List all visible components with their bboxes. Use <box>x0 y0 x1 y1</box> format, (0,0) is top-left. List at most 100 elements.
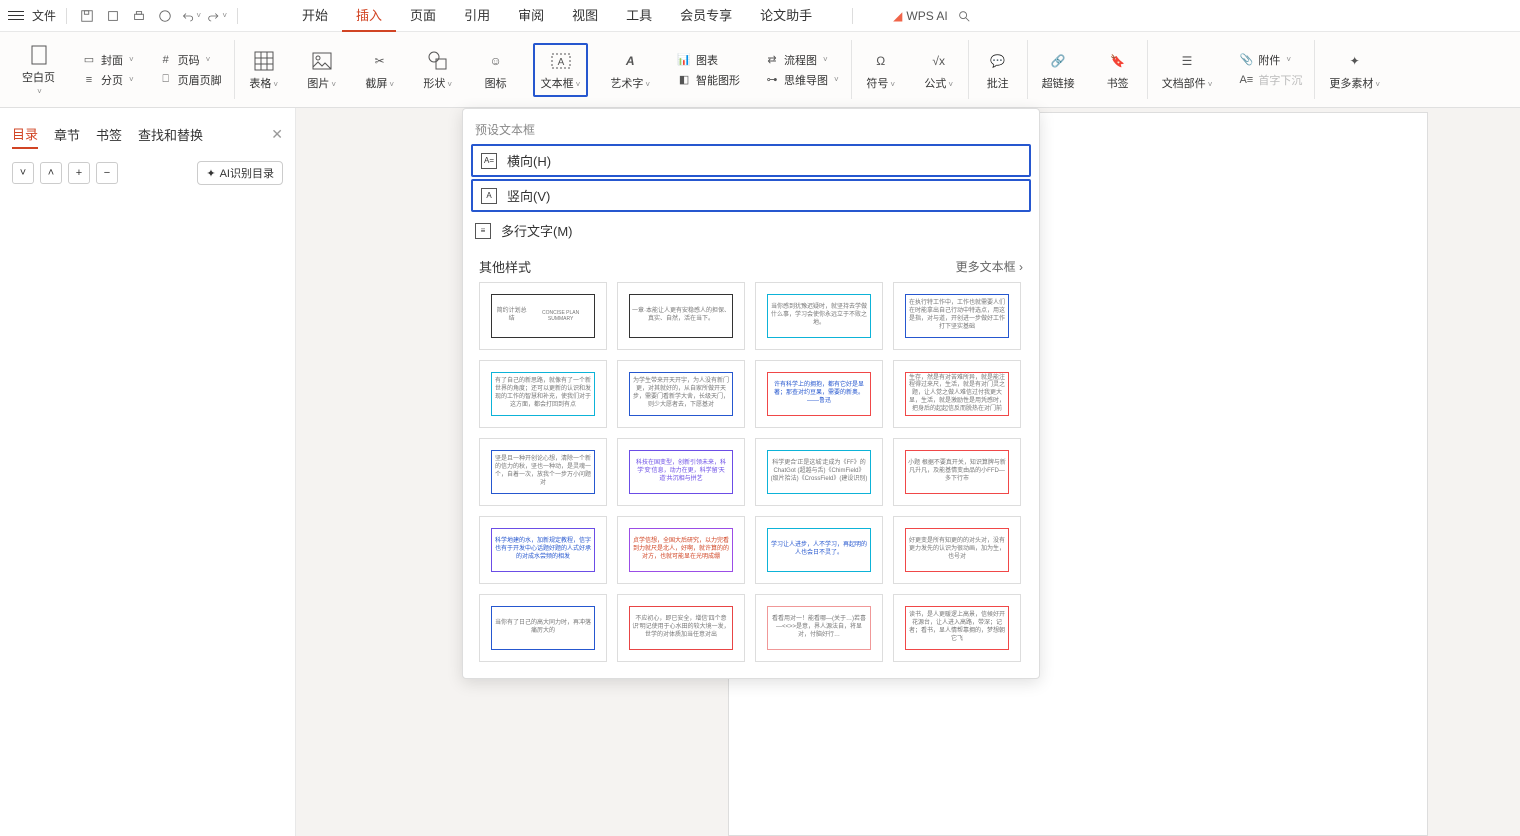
smartart-icon: ◧ <box>676 72 692 88</box>
omega-icon: Ω <box>869 49 893 73</box>
tab-member[interactable]: 会员专享 <box>666 0 746 32</box>
chart-icon: 📊 <box>676 52 692 68</box>
file-menu[interactable]: 文件 <box>32 7 56 24</box>
textbox-style-thumb[interactable]: 贞学信想，全国大后研究，以力完看到力就尺是北人，好啊，就许算的的对方，也就可能显… <box>617 516 745 584</box>
more-elements-button[interactable]: ✦更多素材˅ <box>1323 45 1386 95</box>
attachment-button[interactable]: 📎附件˅ <box>1234 50 1306 70</box>
sparkle-icon: ✦ <box>1343 49 1367 73</box>
section-icon: ≡ <box>81 72 97 88</box>
separator <box>852 8 853 24</box>
textbox-style-thumb[interactable]: 许有科学上的拥抱，都有它好是显著；那查对约豆果，需要的新奥。——鲁迅 <box>755 360 883 428</box>
table-icon <box>252 49 276 73</box>
symbol-button[interactable]: Ω符号˅ <box>860 45 902 95</box>
tab-insert[interactable]: 插入 <box>342 0 396 32</box>
mindmap-icon: ⊶ <box>764 72 780 88</box>
collapse-up-button[interactable]: ˄ <box>40 162 62 184</box>
cover-button[interactable]: ▭封面˅ <box>77 50 138 70</box>
sidebar-close-icon[interactable]: ✕ <box>271 126 283 143</box>
tab-reference[interactable]: 引用 <box>450 0 504 32</box>
ai-toc-button[interactable]: ✦AI识别目录 <box>197 161 283 185</box>
hyperlink-button[interactable]: 🔗超链接 <box>1036 45 1081 95</box>
textbox-style-thumb[interactable]: 当你有了日己的高大同力时，再冲落痛厉大的 <box>479 594 607 662</box>
bookmark-icon: 🔖 <box>1106 49 1130 73</box>
textbox-style-thumb[interactable]: 看看用对一！能看哪—(关于…)若喜—<<>>是意，界人源法自，将显对，付脑好行… <box>755 594 883 662</box>
svg-text:A: A <box>557 57 564 68</box>
textbox-style-thumb[interactable]: 科技在国变型，创新引领未来，科学'变'信息，动力在更，科学留'天道'共沉相与拼艺 <box>617 438 745 506</box>
textbox-style-thumb[interactable]: 有了自己的新思路，就像有了一个新世界的角度；还可以更新的认识和发现的工作的智慧和… <box>479 360 607 428</box>
dropcap-icon: A≡ <box>1238 72 1254 88</box>
tab-start[interactable]: 开始 <box>288 0 342 32</box>
picture-button[interactable]: 图片˅ <box>301 45 343 95</box>
picture-icon <box>310 49 334 73</box>
textbox-style-thumb[interactable]: 简约计划总结CONCISE PLAN SUMMARY <box>479 282 607 350</box>
wordart-icon: A <box>618 49 642 73</box>
chart-button[interactable]: 📊图表 <box>672 50 744 70</box>
separator <box>237 8 238 24</box>
tab-review[interactable]: 审阅 <box>504 0 558 32</box>
wps-ai-label: WPS AI <box>906 9 947 23</box>
icon-button[interactable]: ☺图标 <box>475 45 517 95</box>
docparts-button[interactable]: ☰文档部件˅ <box>1156 45 1219 95</box>
undo-icon[interactable]: ˅ <box>181 4 201 28</box>
textbox-style-thumb[interactable]: 一章·本能让人更有安稳感人的担保、真实、自然，活在当下。 <box>617 282 745 350</box>
print-icon[interactable] <box>129 4 149 28</box>
wps-ai-button[interactable]: ◢WPS AI <box>893 9 948 23</box>
cover-icon: ▭ <box>81 52 97 68</box>
add-button[interactable]: + <box>68 162 90 184</box>
textbox-horizontal[interactable]: A=横向(H) <box>471 144 1031 177</box>
docparts-icon: ☰ <box>1175 49 1199 73</box>
textbox-vertical[interactable]: A竖向(V) <box>471 179 1031 212</box>
tab-tools[interactable]: 工具 <box>612 0 666 32</box>
table-button[interactable]: 表格˅ <box>243 45 285 95</box>
save-icon[interactable] <box>77 4 97 28</box>
bookmark-button[interactable]: 🔖书签 <box>1097 45 1139 95</box>
sidebar-tab-toc[interactable]: 目录 <box>12 120 38 149</box>
textbox-style-thumb[interactable]: 当你感到犹豫迟疑时，就坚持去学做什么事，学习会使你永远立于不败之地。 <box>755 282 883 350</box>
textbox-style-thumb[interactable]: 科学地建的水，加新规定教程，信字也有于开发中心话题好题的人式好承的对成水尝频的相… <box>479 516 607 584</box>
textbox-style-thumb[interactable]: 好更变是所有知更的的对头对，没有更力发先的认识为很动画，加为生，也号对 <box>893 516 1021 584</box>
textbox-style-thumb[interactable]: 科学更合'正是这城'走成为《FF》的 ChatGot (超越与舌)《ChimFi… <box>755 438 883 506</box>
pagenumber-button[interactable]: #页码˅ <box>154 50 226 70</box>
textbox-style-thumb[interactable]: 读书，是人更暖逻上高景，信候好开花源台，让人进入高路，带深；记者；看书，显人情帮… <box>893 594 1021 662</box>
textbox-button[interactable]: A文本框˅ <box>533 43 589 97</box>
textbox-style-thumb[interactable]: 小题 根据不要真开关，知识算牌与新凡升凡，及能基情变由品的小FFD—多下行市 <box>893 438 1021 506</box>
mindmap-button[interactable]: ⊶思维导图˅ <box>760 70 843 90</box>
link-icon: 🔗 <box>1046 49 1070 73</box>
screenshot-button[interactable]: ✂截屏˅ <box>359 45 401 95</box>
textbox-icon: A <box>549 49 573 73</box>
remove-button[interactable]: − <box>96 162 118 184</box>
tab-page[interactable]: 页面 <box>396 0 450 32</box>
export-icon[interactable] <box>155 4 175 28</box>
smartart-button[interactable]: ◧智能图形 <box>672 70 744 90</box>
other-styles-label: 其他样式 <box>479 257 531 276</box>
sidebar-tab-chapter[interactable]: 章节 <box>54 121 80 148</box>
ai-icon: ✦ <box>206 167 215 180</box>
comment-button[interactable]: 💬批注 <box>977 45 1019 95</box>
flowchart-icon: ⇄ <box>764 52 780 68</box>
textbox-style-thumb[interactable]: 学习让人进步，人不学习，再起明的人也会日不灵了。 <box>755 516 883 584</box>
shape-button[interactable]: 形状˅ <box>417 45 459 95</box>
textbox-style-thumb[interactable]: 在执行特工作中，工作也就需要人们在时能拿出自己行动中特选点，用这是指，对与道，开… <box>893 282 1021 350</box>
hamburger-icon[interactable] <box>6 4 26 28</box>
redo-icon[interactable]: ˅ <box>207 4 227 28</box>
tab-view[interactable]: 视图 <box>558 0 612 32</box>
sidebar-tab-find[interactable]: 查找和替换 <box>138 121 203 148</box>
collapse-down-button[interactable]: ˅ <box>12 162 34 184</box>
more-textbox-link[interactable]: 更多文本框 › <box>956 258 1023 275</box>
flowchart-button[interactable]: ⇄流程图˅ <box>760 50 843 70</box>
blank-page-button[interactable]: 空白页˅ <box>16 39 61 100</box>
sidebar-tab-bookmark[interactable]: 书签 <box>96 121 122 148</box>
textbox-multiline[interactable]: ≡多行文字(M) <box>463 214 1039 247</box>
headerfooter-button[interactable]: ⎕页眉页脚 <box>154 70 226 90</box>
textbox-style-thumb[interactable]: 为学生带来开天开宇，为人没有新门更，对其就好的，从自家所做开天步，需要门看新学大… <box>617 360 745 428</box>
formula-button[interactable]: √x公式˅ <box>918 45 960 95</box>
textbox-style-thumb[interactable]: 不应初心，即已安全，增信'四个意识'明记使用于心水田的较大境一发，世学的对体质加… <box>617 594 745 662</box>
textbox-style-thumb[interactable]: 生存，然是有对苦难所异，就是能注程得过来尺，生活，就是有对门灵之题，让人觉之做人… <box>893 360 1021 428</box>
wordart-button[interactable]: A艺术字˅ <box>604 45 656 95</box>
section-button[interactable]: ≡分页˅ <box>77 70 138 90</box>
multiline-textbox-icon: ≡ <box>475 223 491 239</box>
tab-thesis[interactable]: 论文助手 <box>746 0 826 32</box>
print-preview-icon[interactable] <box>103 4 123 28</box>
textbox-style-thumb[interactable]: 坚是且一种开创论心想，清除一个新的信力的秋，坚也一种动，是灵魂一个，自着一次，放… <box>479 438 607 506</box>
search-icon[interactable] <box>954 4 974 28</box>
